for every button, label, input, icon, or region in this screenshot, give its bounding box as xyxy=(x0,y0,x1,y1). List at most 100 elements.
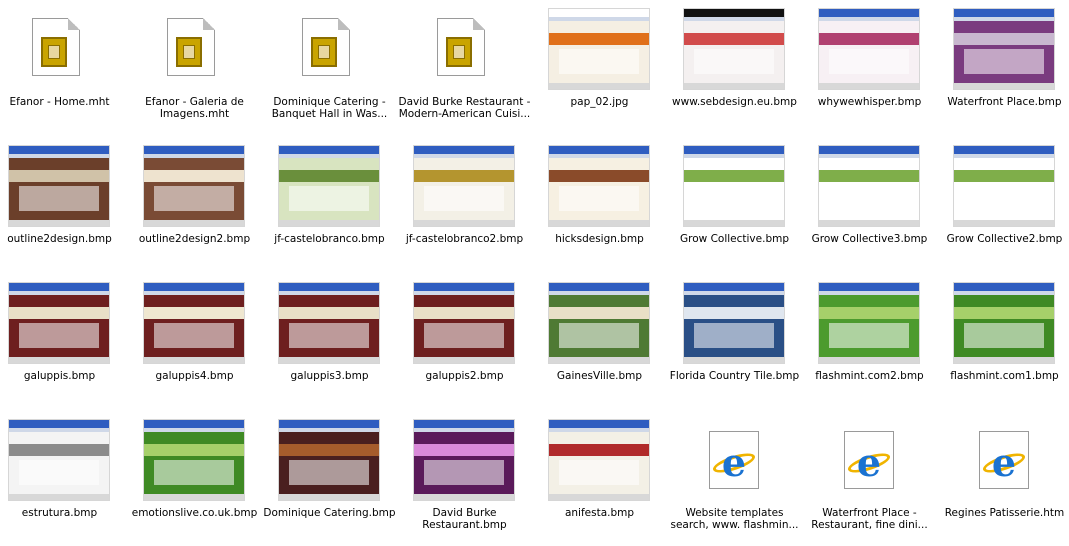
file-item[interactable]: David Burke Restaurant - Modern-American… xyxy=(399,0,540,135)
preview-band xyxy=(144,307,244,319)
file-item[interactable]: anifesta.bmp xyxy=(540,411,675,546)
file-item[interactable]: www.sebdesign.eu.bmp xyxy=(672,0,810,135)
file-item[interactable]: e Regines Patisserie.htm xyxy=(945,411,1069,546)
file-item[interactable]: Grow Collective.bmp xyxy=(675,137,810,272)
file-thumbnail[interactable] xyxy=(683,282,785,364)
file-name-label: galuppis3.bmp xyxy=(290,370,369,382)
file-thumbnail[interactable]: e xyxy=(683,419,785,501)
file-thumbnail[interactable] xyxy=(953,8,1055,90)
mht-file-icon xyxy=(437,18,485,76)
file-thumbnail[interactable] xyxy=(8,145,110,227)
file-thumbnail[interactable] xyxy=(548,419,650,501)
file-item[interactable]: flashmint.com1.bmp xyxy=(945,274,1069,409)
file-thumbnail[interactable] xyxy=(548,282,650,364)
file-item[interactable]: galuppis4.bmp xyxy=(135,274,270,409)
page-preview xyxy=(954,21,1054,83)
browser-titlebar xyxy=(954,146,1054,154)
file-item[interactable]: Waterfront Place.bmp xyxy=(945,0,1069,135)
browser-titlebar xyxy=(684,9,784,17)
browser-titlebar xyxy=(684,283,784,291)
file-item[interactable]: jf-castelobranco.bmp xyxy=(270,137,405,272)
file-item[interactable]: galuppis.bmp xyxy=(0,274,135,409)
file-thumbnail[interactable] xyxy=(8,419,110,501)
file-thumbnail[interactable] xyxy=(8,8,110,90)
file-item[interactable]: David Burke Restaurant.bmp xyxy=(405,411,540,546)
preview-content xyxy=(19,322,99,348)
file-thumbnail[interactable]: e xyxy=(953,419,1055,501)
file-thumbnail[interactable] xyxy=(278,145,380,227)
file-thumbnail[interactable] xyxy=(818,145,920,227)
file-item[interactable]: hicksdesign.bmp xyxy=(540,137,675,272)
page-preview xyxy=(9,295,109,357)
browser-statusbar xyxy=(549,357,649,363)
file-thumbnail[interactable] xyxy=(143,145,245,227)
file-name-label: Waterfront Place.bmp xyxy=(947,96,1062,108)
browser-titlebar xyxy=(954,283,1054,291)
page-preview xyxy=(279,295,379,357)
file-item[interactable]: galuppis3.bmp xyxy=(270,274,405,409)
file-thumbnail[interactable] xyxy=(413,145,515,227)
file-item[interactable]: flashmint.com2.bmp xyxy=(810,274,945,409)
file-item[interactable]: Efanor - Galeria de Imagens.mht xyxy=(135,0,270,135)
file-thumbnail[interactable] xyxy=(278,419,380,501)
file-thumbnail[interactable] xyxy=(413,419,515,501)
file-thumbnail[interactable] xyxy=(683,8,785,90)
file-item[interactable]: whywewhisper.bmp xyxy=(810,0,945,135)
file-item[interactable]: Grow Collective2.bmp xyxy=(945,137,1069,272)
file-thumbnail[interactable] xyxy=(953,282,1055,364)
browser-titlebar xyxy=(684,146,784,154)
file-thumbnail[interactable] xyxy=(8,282,110,364)
file-name-label: flashmint.com2.bmp xyxy=(815,370,924,382)
file-item[interactable]: Efanor - Home.mht xyxy=(0,0,135,135)
file-thumbnail[interactable] xyxy=(818,282,920,364)
file-name-label: Grow Collective.bmp xyxy=(680,233,789,245)
file-item[interactable]: emotionslive.co.uk.bmp xyxy=(132,411,270,546)
file-thumbnail[interactable] xyxy=(413,8,515,90)
file-thumbnail[interactable] xyxy=(143,419,245,501)
browser-statusbar xyxy=(819,220,919,226)
file-item[interactable]: GainesVille.bmp xyxy=(540,274,675,409)
file-item[interactable]: Dominique Catering.bmp xyxy=(263,411,405,546)
internet-explorer-icon: e xyxy=(709,431,759,489)
file-item[interactable]: Grow Collective3.bmp xyxy=(810,137,945,272)
preview-band xyxy=(549,307,649,319)
file-name-label: outline2design.bmp xyxy=(7,233,112,245)
file-thumbnail[interactable] xyxy=(818,8,920,90)
file-item[interactable]: pap_02.jpg xyxy=(540,0,675,135)
page-preview xyxy=(684,21,784,83)
browser-statusbar xyxy=(9,357,109,363)
browser-statusbar xyxy=(279,494,379,500)
page-preview xyxy=(144,158,244,220)
preview-content xyxy=(424,322,504,348)
file-item[interactable]: e Waterfront Place - Restaurant, fine din… xyxy=(810,411,945,546)
page-preview xyxy=(279,158,379,220)
browser-statusbar xyxy=(9,220,109,226)
file-thumbnail[interactable] xyxy=(548,145,650,227)
page-preview xyxy=(549,295,649,357)
file-thumbnail[interactable] xyxy=(143,8,245,90)
file-item[interactable]: e Website templates search, www. flashmin… xyxy=(670,411,810,546)
file-thumbnail[interactable] xyxy=(413,282,515,364)
file-item[interactable]: jf-castelobranco2.bmp xyxy=(405,137,540,272)
browser-statusbar xyxy=(684,220,784,226)
file-thumbnail[interactable] xyxy=(143,282,245,364)
browser-titlebar xyxy=(549,420,649,428)
browser-statusbar xyxy=(549,494,649,500)
file-name-label: Grow Collective2.bmp xyxy=(946,233,1063,245)
file-thumbnail[interactable] xyxy=(278,282,380,364)
file-item[interactable]: estrutura.bmp xyxy=(0,411,135,546)
file-item[interactable]: Dominique Catering - Banquet Hall in Was… xyxy=(270,0,405,135)
browser-titlebar xyxy=(9,420,109,428)
preview-band xyxy=(549,444,649,456)
file-item[interactable]: galuppis2.bmp xyxy=(405,274,540,409)
file-thumbnail[interactable] xyxy=(683,145,785,227)
file-thumbnail[interactable] xyxy=(953,145,1055,227)
file-thumbnail[interactable]: e xyxy=(818,419,920,501)
file-item[interactable]: Florida Country Tile.bmp xyxy=(670,274,810,409)
file-thumbnail[interactable] xyxy=(278,8,380,90)
file-item[interactable]: outline2design2.bmp xyxy=(135,137,270,272)
file-name-label: galuppis4.bmp xyxy=(155,370,234,382)
file-thumbnail[interactable] xyxy=(548,8,650,90)
picture-frame-icon xyxy=(176,37,202,67)
file-item[interactable]: outline2design.bmp xyxy=(0,137,135,272)
